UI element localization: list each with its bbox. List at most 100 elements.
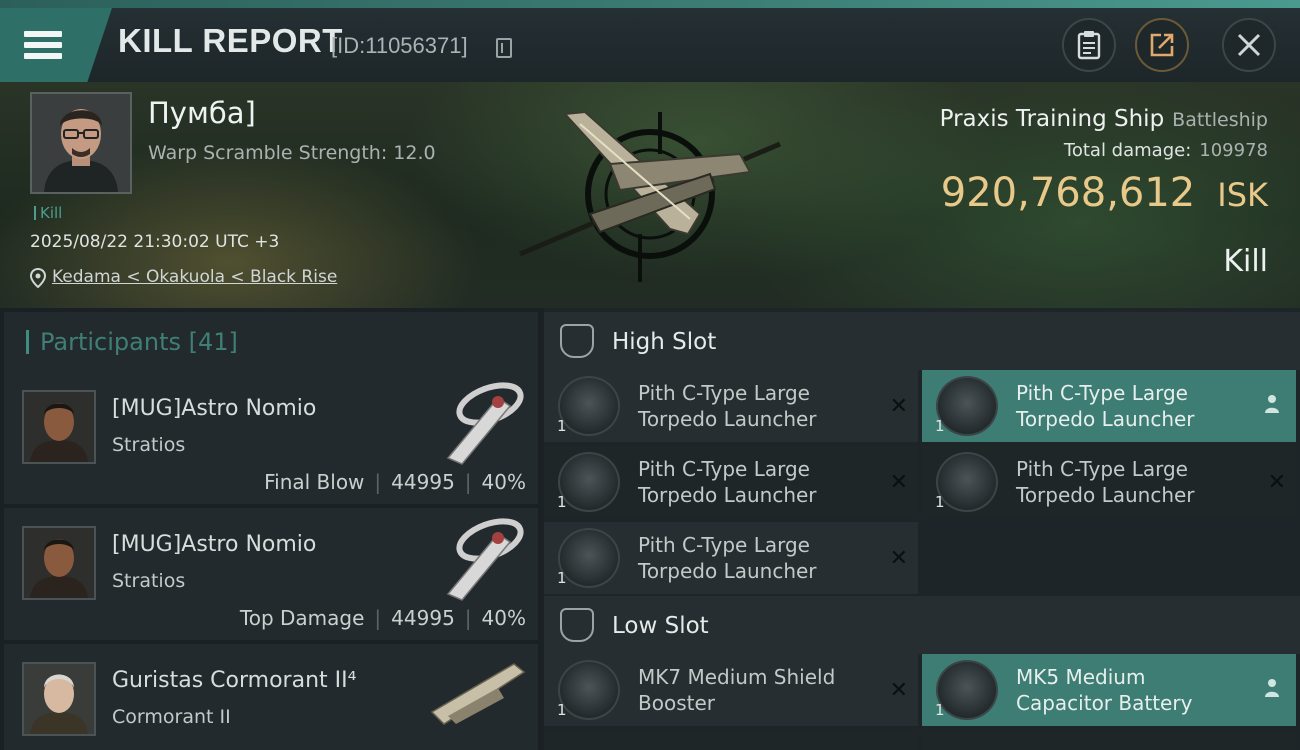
participant-ship-image [446,382,524,465]
module-name-line1: MK5 Medium [1016,665,1146,689]
module-name-line1: Pith C-Type Large [638,381,810,405]
module-quantity: 1 [557,569,567,587]
copy-icon[interactable] [496,38,512,58]
ship-name: Praxis Training Ship Battleship [940,106,1268,132]
module-name-line1: MK7 Medium Shield [638,665,836,689]
avatar[interactable] [22,526,96,600]
warp-scramble-strength: Warp Scramble Strength: 12.0 [148,142,436,164]
module-item[interactable]: 1 MK5 Medium Capacitor Battery [922,654,1296,726]
participant-row[interactable]: [MUG]Astro Nomio Stratios Top Damage | 449… [4,508,538,642]
module-item-partial[interactable] [922,730,1296,750]
low-slot-label: Low Slot [612,613,709,639]
victim-ship-image[interactable] [510,94,790,294]
participants-count: [41] [188,328,238,356]
close-button[interactable] [1222,18,1276,72]
participant-row[interactable]: Guristas Cormorant II⁴ Cormorant II [4,644,538,750]
module-name-line1: Pith C-Type Large [638,533,810,557]
module-quantity: 1 [935,493,945,511]
high-slot-header: High Slot [544,312,1300,370]
participant-percent: 40% [481,606,526,630]
kill-id: [ID:11056371] [331,33,468,58]
module-item[interactable]: 1 Pith C-Type Large Torpedo Launcher ✕ [544,370,918,442]
destroyed-icon: ✕ [1267,470,1286,495]
module-item[interactable]: 1 Pith C-Type Large Torpedo Launcher ✕ [922,446,1296,518]
module-quantity: 1 [935,701,945,719]
participants-header[interactable]: Participants [41] [4,312,538,372]
module-name: Pith C-Type Large Torpedo Launcher [1016,380,1266,432]
torpedo-launcher-icon [558,376,620,436]
module-name-line2: Torpedo Launcher [1016,407,1195,431]
participant-name: Guristas Cormorant II⁴ [112,668,357,693]
destroyed-icon: ✕ [889,394,908,419]
torpedo-launcher-icon [936,376,998,436]
participant-ship-image [430,663,526,725]
module-item[interactable]: 1 Pith C-Type Large Torpedo Launcher ✕ [544,446,918,518]
participant-stats: Top Damage | 44995 | 40% [239,606,526,630]
ship-type: Praxis Training Ship [939,106,1165,132]
share-button[interactable] [1135,18,1189,72]
participants-label: Participants [40,328,181,356]
module-quantity: 1 [935,417,945,435]
module-quantity: 1 [557,493,567,511]
participant-name: [MUG]Astro Nomio [112,396,317,421]
top-accent-line [0,0,1300,8]
torpedo-launcher-icon [936,452,998,512]
fitting-panel: High Slot 1 Pith C-Type Large Torpedo Lau… [544,308,1300,750]
module-name-line2: Torpedo Launcher [1016,483,1195,507]
result-label: Kill [1223,244,1268,279]
kill-report-screen: { "header": { "title": "KILL REPORT", "k… [0,0,1300,750]
victim-banner: Пумба] Warp Scramble Strength: 12.0 Kill… [0,82,1300,308]
module-name: MK5 Medium Capacitor Battery [1016,664,1266,716]
isk-value: 920,768,612 ISK [941,170,1268,216]
module-name: Pith C-Type Large Torpedo Launcher [1016,456,1266,508]
participant-ship: Stratios [112,570,186,592]
participant-damage: 44995 [391,606,455,630]
kill-datetime: 2025/08/22 21:30:02 UTC +3 [30,232,280,252]
clipboard-icon [1077,31,1101,60]
high-slot-label: High Slot [612,329,717,355]
shield-booster-icon [558,660,620,720]
hamburger-icon [24,31,62,59]
page-title: KILL REPORT [118,22,343,59]
person-icon [1265,679,1279,697]
module-name-line2: Torpedo Launcher [638,407,817,431]
torpedo-launcher-icon [558,528,620,588]
module-item[interactable]: 1 Pith C-Type Large Torpedo Launcher [922,370,1296,442]
avatar[interactable] [22,662,96,736]
module-name-line1: Pith C-Type Large [1016,381,1188,405]
low-slot-icon [560,608,594,642]
victim-name[interactable]: Пумба] [148,96,256,130]
participant-tag: Final Blow [264,470,365,494]
destroyed-icon: ✕ [889,470,908,495]
menu-button[interactable] [0,8,112,82]
module-name-line2: Torpedo Launcher [638,483,817,507]
person-icon [1265,395,1279,413]
module-name-line1: Pith C-Type Large [638,457,810,481]
victim-avatar[interactable] [30,92,132,194]
module-item[interactable]: 1 Pith C-Type Large Torpedo Launcher ✕ [544,522,918,594]
module-item-partial[interactable] [544,730,918,750]
torpedo-launcher-icon [558,452,620,512]
module-name-line1: Pith C-Type Large [1016,457,1188,481]
participants-panel: Participants [41] [MUG]Astro Nomio Strat… [0,308,540,750]
participant-tag: Top Damage [239,606,365,630]
location-link[interactable]: Kedama < Okakuola < Black Rise [52,267,337,287]
module-name: Pith C-Type Large Torpedo Launcher [638,532,888,584]
module-item[interactable]: 1 MK7 Medium Shield Booster ✕ [544,654,918,726]
participant-row[interactable]: [MUG]Astro Nomio Stratios Final Blow | 449… [4,372,538,506]
participant-stats: Final Blow | 44995 | 40% [264,470,526,494]
avatar[interactable] [22,390,96,464]
isk-unit: ISK [1217,176,1268,214]
close-icon [1237,33,1261,57]
clipboard-button[interactable] [1062,18,1116,72]
destroyed-icon: ✕ [889,678,908,703]
participants-title: Participants [41] [40,328,238,356]
module-name: Pith C-Type Large Torpedo Launcher [638,456,888,508]
header-bar: KILL REPORT [ID:11056371] [0,8,1300,82]
participant-percent: 40% [481,470,526,494]
participant-portrait [24,528,94,598]
total-damage-label: Total damage: [1063,140,1192,161]
participants-header-accent [26,330,29,354]
destroyed-icon: ✕ [889,546,908,571]
module-name-line2: Booster [638,691,715,715]
